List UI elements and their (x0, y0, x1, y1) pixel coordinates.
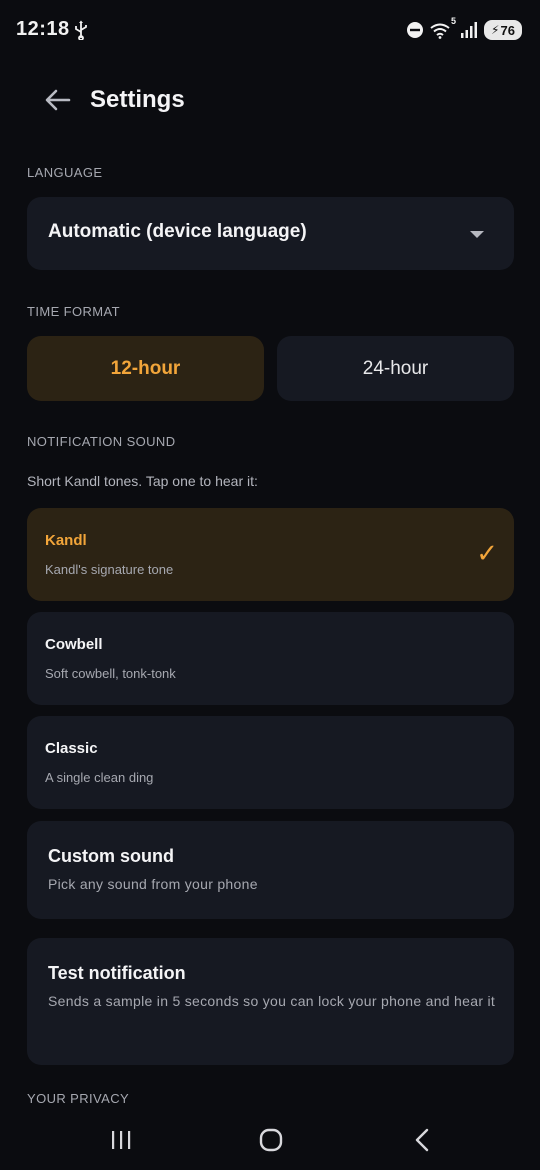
time-format-24-hour-label: 24-hour (362, 357, 429, 379)
sound-option-name: Kandl (45, 532, 87, 549)
usb-icon (75, 20, 87, 40)
sound-option-kandl[interactable]: Kandl Kandl's signature tone ✓ (27, 508, 514, 601)
notification-sound-helper: Short Kandl tones. Tap one to hear it: (27, 473, 258, 489)
test-notification-description: Sends a sample in 5 seconds so you can l… (48, 993, 496, 1009)
sound-option-cowbell[interactable]: Cowbell Soft cowbell, tonk-tonk (27, 612, 514, 705)
test-notification-button[interactable]: Test notification Sends a sample in 5 se… (27, 938, 514, 1065)
recent-apps-button[interactable] (101, 1124, 141, 1156)
chevron-down-icon (470, 231, 484, 238)
home-button[interactable] (251, 1124, 291, 1156)
check-icon: ✓ (476, 538, 498, 568)
test-notification-title: Test notification (48, 963, 186, 983)
notification-sound-section-label: NOTIFICATION SOUND (27, 434, 176, 449)
language-dropdown[interactable]: Automatic (device language) (27, 197, 514, 270)
time-format-24-hour-button[interactable]: 24-hour (277, 336, 514, 401)
sound-option-name: Classic (45, 740, 98, 757)
system-back-button[interactable] (402, 1124, 442, 1156)
language-selected-value: Automatic (device language) (48, 221, 307, 242)
time-format-12-hour-label: 12-hour (110, 357, 181, 379)
sound-option-description: A single clean ding (45, 770, 154, 785)
sound-option-description: Kandl's signature tone (45, 562, 174, 577)
status-icons: 5 ⚡ 76 (406, 16, 522, 42)
header: Settings (0, 72, 540, 128)
time-format-12-hour-button[interactable]: 12-hour (27, 336, 264, 401)
language-section-label: LANGUAGE (27, 165, 103, 180)
dnd-icon (407, 22, 423, 38)
system-nav-bar (0, 1110, 540, 1170)
recent-apps-icon (112, 1131, 131, 1149)
privacy-section-label: YOUR PRIVACY (27, 1091, 130, 1106)
sound-option-name: Cowbell (45, 636, 103, 653)
status-bar: 12:18 5 ⚡ 76 (0, 0, 540, 60)
custom-sound-button[interactable]: Custom sound Pick any sound from your ph… (27, 821, 514, 919)
home-icon (259, 1128, 283, 1152)
battery-level: 76 (500, 22, 515, 38)
signal-icon (461, 22, 477, 38)
back-button[interactable] (40, 82, 76, 118)
custom-sound-title: Custom sound (48, 846, 174, 866)
sound-option-description: Soft cowbell, tonk-tonk (45, 666, 176, 681)
page-title: Settings (90, 86, 185, 113)
wifi-badge: 5 (450, 16, 456, 26)
status-time: 12:18 (16, 18, 70, 40)
chevron-left-icon (415, 1128, 429, 1152)
custom-sound-description: Pick any sound from your phone (48, 876, 258, 892)
arrow-left-icon (45, 89, 71, 111)
battery-charging-icon: ⚡ 76 (484, 20, 522, 40)
sound-option-classic[interactable]: Classic A single clean ding (27, 716, 514, 809)
time-format-section-label: TIME FORMAT (27, 304, 120, 319)
wifi-indicator: 5 (430, 16, 456, 40)
wifi-icon (430, 23, 450, 39)
bolt-icon: ⚡ (491, 23, 500, 37)
